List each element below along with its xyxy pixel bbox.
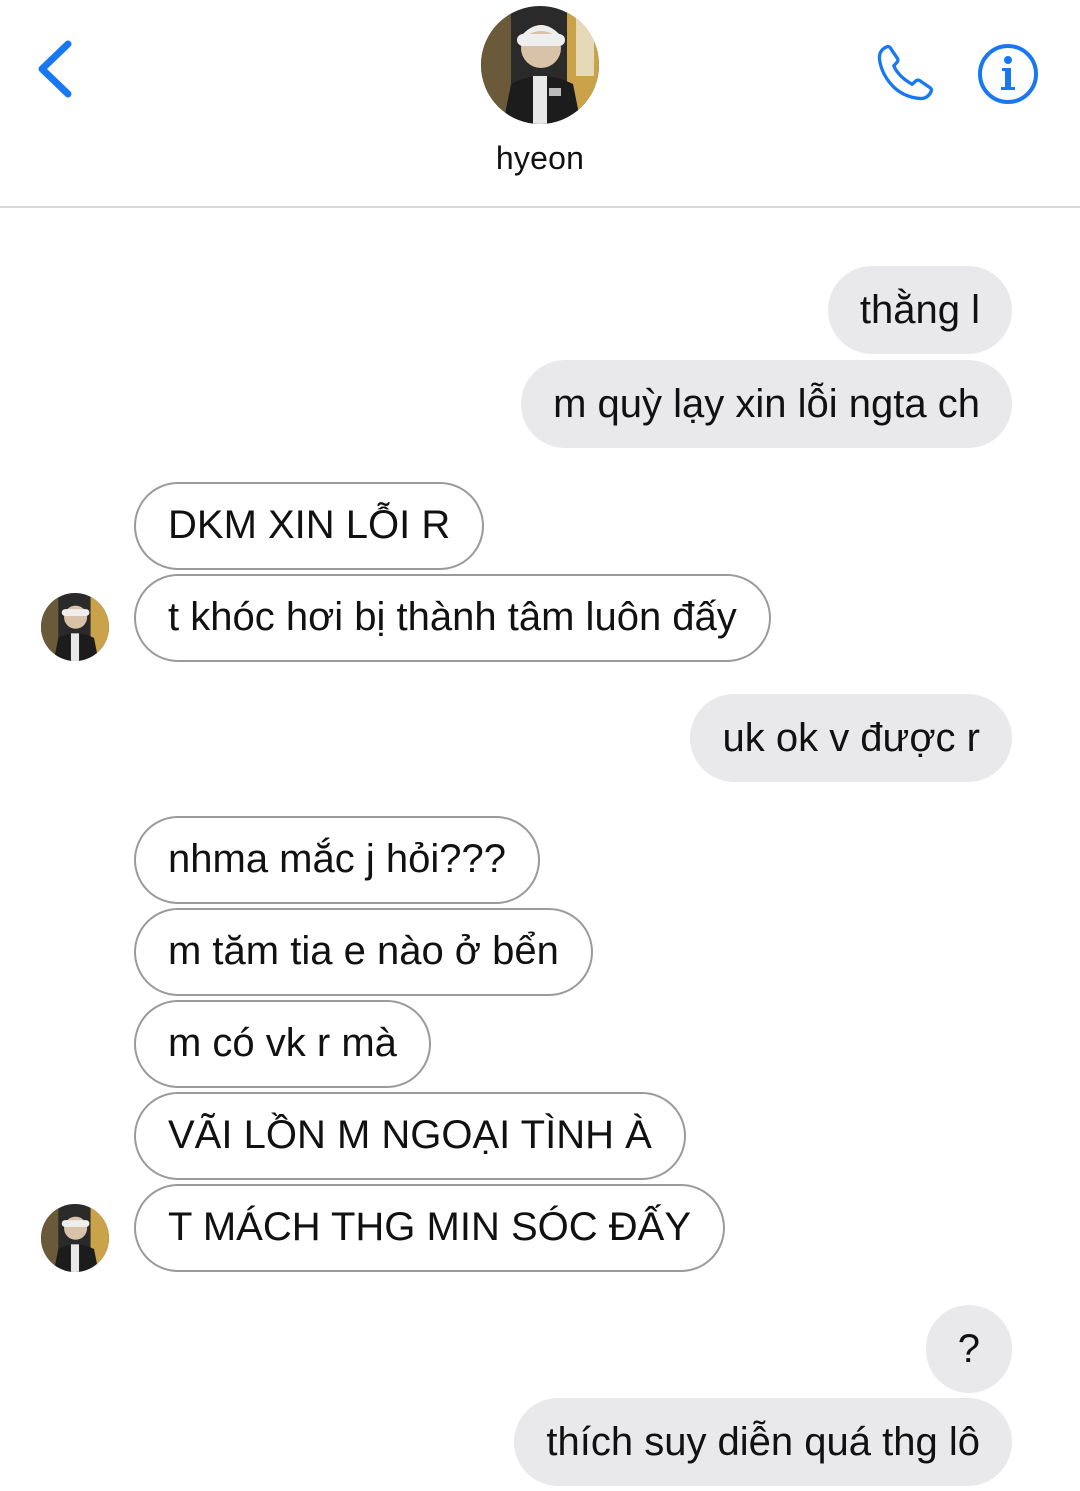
message-sent[interactable]: ? [925, 1305, 1012, 1393]
message-text: ? [957, 1327, 980, 1371]
message-text: m có vk r mà [168, 1021, 397, 1065]
message-sent[interactable]: m quỳ lạy xin lỗi ngta ch [521, 360, 1012, 448]
message-text: uk ok v được r [722, 716, 980, 760]
message-received[interactable]: T MÁCH THG MIN SÓC ĐẤY [134, 1184, 726, 1272]
message-text: nhma mắc j hỏi??? [168, 837, 506, 881]
back-button[interactable] [28, 34, 88, 104]
sender-avatar[interactable] [41, 1204, 109, 1272]
chevron-left-icon [38, 40, 72, 98]
message-received[interactable]: VÃI LỒN M NGOẠI TÌNH À [134, 1092, 686, 1180]
message-text: DKM XIN LỖI R [168, 503, 451, 547]
message-received[interactable]: m tăm tia e nào ở bển [134, 908, 593, 996]
call-button[interactable] [872, 40, 938, 106]
contact-name[interactable]: hyeon [0, 140, 1080, 177]
message-text: T MÁCH THG MIN SÓC ĐẤY [168, 1205, 692, 1249]
message-text: m tăm tia e nào ở bển [168, 929, 559, 973]
info-icon [978, 44, 1038, 104]
message-received[interactable]: t khóc hơi bị thành tâm luôn đấy [134, 574, 771, 662]
message-sent[interactable]: uk ok v được r [690, 694, 1012, 782]
message-text: m quỳ lạy xin lỗi ngta ch [553, 382, 980, 426]
message-text: thích suy diễn quá thg lô [546, 1420, 980, 1464]
chat-header: hyeon [0, 0, 1080, 208]
message-received[interactable]: nhma mắc j hỏi??? [134, 816, 540, 904]
message-text: thằng l [859, 288, 980, 332]
message-text: t khóc hơi bị thành tâm luôn đấy [168, 595, 737, 639]
message-sent[interactable]: thằng l [827, 266, 1012, 354]
contact-avatar[interactable] [481, 6, 599, 124]
message-received[interactable]: DKM XIN LỖI R [134, 482, 485, 570]
sender-avatar[interactable] [41, 593, 109, 661]
phone-icon [877, 44, 934, 101]
message-text: VÃI LỒN M NGOẠI TÌNH À [168, 1113, 652, 1157]
message-sent[interactable]: thích suy diễn quá thg lô [514, 1398, 1012, 1486]
message-received[interactable]: m có vk r mà [134, 1000, 431, 1088]
info-button[interactable] [975, 41, 1041, 107]
